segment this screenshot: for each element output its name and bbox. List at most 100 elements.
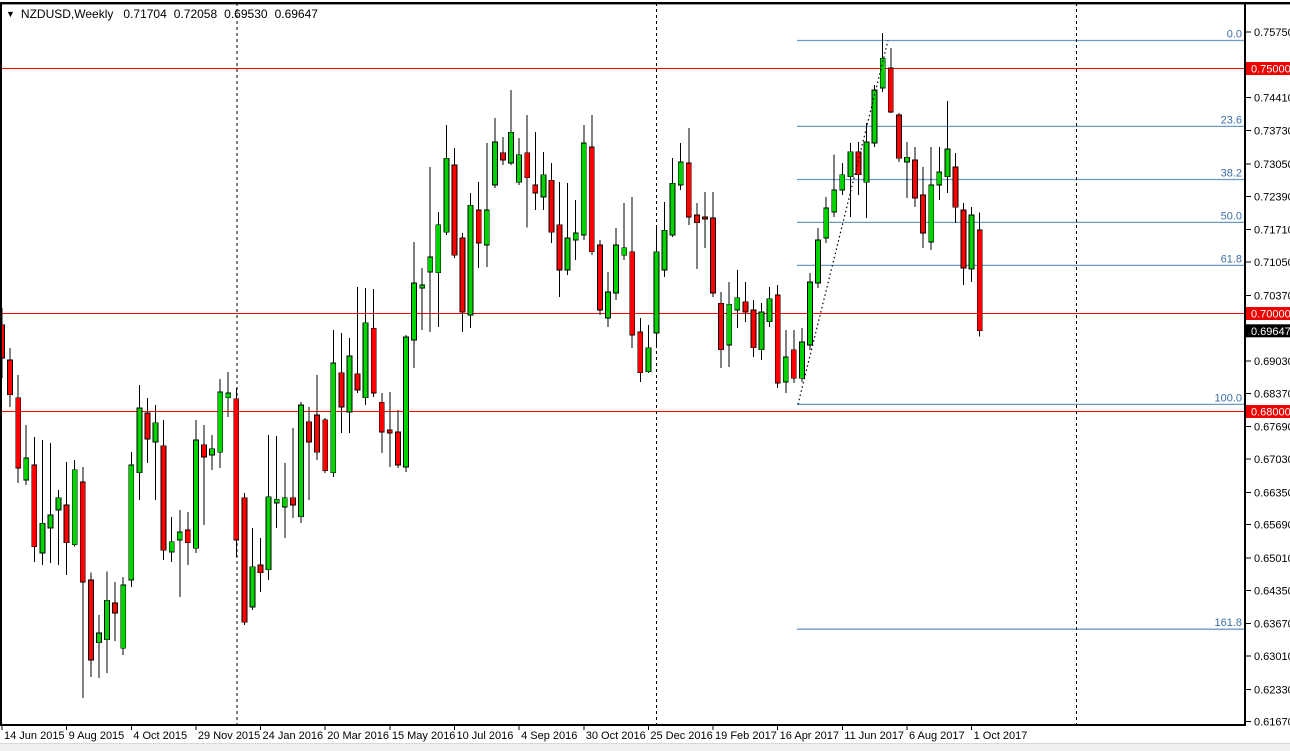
candlestick-chart-canvas[interactable]: 0.023.638.250.061.8100.0161.80.757500.74… [0, 0, 1290, 750]
candle-up [727, 304, 732, 345]
candle-up [816, 240, 821, 283]
time-axis-label: 20 Mar 2016 [327, 730, 389, 742]
candle-up [484, 210, 489, 245]
fib-level-label: 61.8 [1221, 253, 1242, 265]
candle-down [395, 432, 400, 465]
candle-down [961, 210, 966, 268]
candle-up [266, 497, 271, 570]
time-axis-label: 1 Oct 2017 [974, 730, 1028, 742]
candle-down [977, 230, 982, 331]
price-axis-label: 0.70370 [1254, 290, 1290, 302]
candle-up [824, 208, 829, 238]
candle-up [137, 408, 142, 473]
candle-up [646, 348, 651, 372]
candle-down [694, 215, 699, 223]
candle-down [379, 402, 384, 432]
candle-up [509, 132, 514, 163]
candle-down [702, 217, 707, 219]
candle-up [808, 282, 813, 345]
candle-up [614, 245, 619, 293]
candle-down [202, 445, 207, 457]
candle-up [735, 298, 740, 310]
candle-down [32, 465, 37, 547]
price-axis-label: 0.73730 [1254, 126, 1290, 138]
candle-up [783, 357, 788, 382]
price-axis-label: 0.67030 [1254, 454, 1290, 466]
candle-up [218, 392, 223, 452]
ohlc-high-value: 0.72058 [174, 7, 217, 21]
candle-up [678, 162, 683, 185]
candle-up [492, 142, 497, 185]
price-axis-label: 0.66350 [1254, 487, 1290, 499]
price-axis-label: 0.68370 [1254, 388, 1290, 400]
time-axis-label: 25 Dec 2016 [650, 730, 712, 742]
candle-up [24, 458, 29, 480]
price-axis-label: 0.65690 [1254, 520, 1290, 532]
price-level-badge-label: 0.70000 [1251, 309, 1290, 321]
candle-up [169, 542, 174, 552]
fib-level-label: 38.2 [1221, 167, 1242, 179]
current-price-badge-label: 0.69647 [1251, 326, 1290, 338]
candle-up [105, 600, 110, 640]
candle-up [96, 633, 101, 643]
candle-up [193, 440, 198, 548]
candle-down [307, 422, 312, 442]
candle-up [274, 499, 279, 503]
fib-level-label: 0.0 [1227, 29, 1242, 41]
candle-up [945, 149, 950, 177]
price-axis-label: 0.61670 [1254, 717, 1290, 729]
fib-level-label: 23.6 [1221, 114, 1242, 126]
candle-down [913, 160, 918, 198]
candle-up [969, 215, 974, 269]
fib-level-label: 100.0 [1214, 392, 1242, 404]
candle-up [581, 143, 586, 235]
candle-down [476, 210, 481, 243]
price-axis-label: 0.67690 [1254, 422, 1290, 434]
candle-down [290, 498, 295, 505]
fib-level-label: 161.8 [1214, 617, 1242, 629]
candle-down [856, 152, 861, 175]
price-axis-label: 0.73050 [1254, 159, 1290, 171]
candle-up [606, 292, 611, 318]
time-axis-label: 10 Jul 2016 [456, 730, 513, 742]
candle-up [226, 393, 231, 398]
candle-up [848, 152, 853, 177]
candle-down [339, 373, 344, 407]
candle-up [121, 585, 126, 648]
mt4-chart-window: 0.023.638.250.061.8100.0161.80.757500.74… [0, 0, 1290, 750]
candle-up [937, 172, 942, 185]
price-axis-label: 0.71710 [1254, 225, 1290, 237]
candle-down [630, 252, 635, 335]
candle-up [468, 205, 473, 315]
candle-up [767, 299, 772, 322]
price-axis-label: 0.71050 [1254, 257, 1290, 269]
symbol-dropdown-icon[interactable]: ▼ [6, 9, 15, 19]
candle-down [315, 415, 320, 452]
candle-down [953, 167, 958, 207]
candle-up [565, 238, 570, 270]
price-axis-label: 0.65010 [1254, 553, 1290, 565]
candle-down [638, 332, 643, 373]
candle-up [56, 498, 61, 510]
fib-level-label: 50.0 [1221, 210, 1242, 222]
candle-up [541, 175, 546, 197]
candle-up [880, 58, 885, 88]
candle-up [428, 257, 433, 272]
candle-up [799, 342, 804, 378]
time-axis-label: 6 Aug 2017 [909, 730, 965, 742]
candle-up [654, 252, 659, 333]
candle-down [719, 303, 724, 350]
candle-down [371, 328, 376, 393]
ohlc-close-value: 0.69647 [275, 7, 318, 21]
candle-up [412, 283, 417, 340]
candle-down [711, 218, 716, 293]
ohlc-low-value: 0.69530 [224, 7, 267, 21]
candle-down [8, 360, 13, 395]
candle-up [210, 449, 215, 455]
candle-up [298, 405, 303, 517]
candle-down [896, 115, 901, 158]
candle-up [420, 285, 425, 288]
candle-down [234, 399, 239, 540]
candle-down [80, 482, 85, 582]
price-axis-label: 0.74410 [1254, 92, 1290, 104]
